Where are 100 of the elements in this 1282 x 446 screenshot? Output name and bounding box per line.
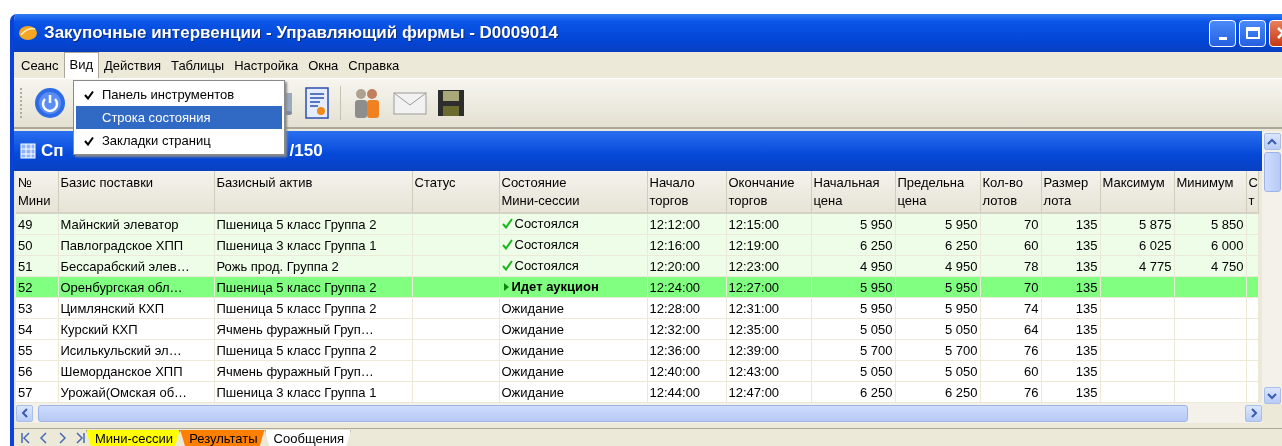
vertical-scrollbar[interactable] (1262, 131, 1282, 404)
table-cell: Цимлянский КХП (60, 300, 165, 316)
leaf-logo-icon (18, 23, 38, 43)
column-header[interactable]: Базисный актив (214, 171, 412, 213)
table-cell: 12:12:00 (649, 216, 701, 232)
menu-item[interactable]: Вид (63, 52, 100, 78)
scroll-right-button[interactable] (1245, 404, 1262, 422)
play-arrow-icon (501, 281, 510, 292)
column-header[interactable]: Начало торгов (647, 171, 726, 213)
page-tab[interactable]: Результаты (180, 429, 265, 446)
table-cell: 4 750 (1210, 258, 1244, 274)
table-cell: 12:28:00 (649, 300, 701, 316)
menu-item[interactable]: Сеанс (16, 54, 64, 76)
table-cell: 6 250 (944, 237, 978, 253)
table-cell: Ячмень фуражный Груп… (216, 321, 374, 337)
column-header[interactable]: Базис поставки (58, 171, 214, 213)
column-header[interactable]: Максимум (1100, 171, 1174, 213)
table-cell: Ожидание (501, 363, 565, 379)
scroll-down-button[interactable] (1263, 387, 1281, 404)
table-cell: 135 (1075, 342, 1098, 358)
table-cell: 6 000 (1210, 237, 1244, 253)
table-cell: Пшеница 5 класс Группа 2 (216, 342, 377, 358)
grid-icon (20, 143, 36, 159)
menu-item[interactable]: Настройка (229, 54, 304, 76)
table-cell: 135 (1075, 363, 1098, 379)
column-header[interactable]: Минимум (1174, 171, 1246, 213)
table-cell: 12:24:00 (649, 279, 701, 295)
table-cell: Бессарабский элев… (60, 258, 190, 274)
next-page-icon[interactable] (56, 432, 68, 444)
column-header[interactable]: № Мини (16, 171, 58, 213)
table-cell: 55 (18, 342, 33, 358)
menu-option[interactable]: Строка состояния (76, 106, 282, 129)
document-icon[interactable] (304, 87, 330, 119)
table-cell: 12:44:00 (649, 384, 701, 400)
table-cell: 5 950 (859, 216, 893, 232)
table-cell: 57 (18, 384, 33, 400)
table-cell: 12:31:00 (728, 300, 780, 316)
table-cell: Павлоградское ХПП (60, 237, 184, 253)
column-header[interactable]: Предельна цена (895, 171, 980, 213)
table-cell: 5 700 (859, 342, 893, 358)
table-cell: 5 050 (944, 363, 978, 379)
menu-item[interactable]: Таблицы (166, 54, 230, 76)
table-cell: Пшеница 3 класс Группа 1 (216, 237, 377, 253)
menu-option[interactable]: Закладки страниц (76, 129, 282, 152)
table-cell: 12:43:00 (728, 363, 780, 379)
horizontal-scrollbar[interactable] (16, 403, 1262, 423)
table-cell: 60 (1024, 237, 1039, 253)
table-cell: 78 (1024, 258, 1039, 274)
last-page-icon[interactable] (74, 432, 86, 444)
table-cell: 5 850 (1210, 216, 1244, 232)
table-cell: Ожидание (501, 321, 565, 337)
column-header[interactable]: Кол-во лотов (980, 171, 1041, 213)
table-cell: 135 (1075, 300, 1098, 316)
toolbar-grip (20, 88, 24, 118)
table-cell: 54 (18, 321, 33, 337)
table-cell: 12:19:00 (728, 237, 780, 253)
table-cell: 53 (18, 300, 33, 316)
column-header[interactable]: Состояние Мини-сессии (499, 171, 647, 213)
table-cell: 50 (18, 237, 33, 253)
panel-title: Сп (41, 141, 64, 161)
table-cell: Пшеница 5 класс Группа 2 (216, 300, 377, 316)
table-cell: Майнский элеватор (60, 216, 179, 232)
power-icon[interactable] (34, 87, 66, 119)
table-cell: 12:15:00 (728, 216, 780, 232)
table-cell: 6 025 (1138, 237, 1172, 253)
table-cell: 12:35:00 (728, 321, 780, 337)
menu-option[interactable]: Панель инструментов (76, 83, 282, 106)
maximize-button[interactable] (1239, 19, 1266, 47)
table-cell: 5 950 (859, 279, 893, 295)
scroll-left-button[interactable] (16, 404, 33, 422)
previous-page-icon[interactable] (38, 432, 50, 444)
scroll-thumb[interactable] (38, 404, 1188, 422)
scroll-thumb[interactable] (1263, 152, 1281, 192)
table-cell: Состоялся (514, 258, 579, 273)
table-cell: Идет аукцион (511, 279, 599, 295)
menu-item[interactable]: Окна (303, 54, 344, 76)
table-cell: 70 (1024, 216, 1039, 232)
column-header[interactable]: Окончание торгов (726, 171, 811, 213)
column-header[interactable]: Статус (412, 171, 499, 213)
table-cell: Ожидание (501, 384, 565, 400)
table-cell: 12:20:00 (649, 258, 701, 274)
menu-item[interactable]: Действия (99, 54, 167, 76)
table-cell: 76 (1024, 342, 1039, 358)
table-cell: 5 700 (944, 342, 978, 358)
first-page-icon[interactable] (20, 432, 32, 444)
minimize-button[interactable] (1209, 19, 1236, 47)
table-cell: Состоялся (514, 237, 579, 252)
table-cell: Исилькульский эл… (60, 342, 182, 358)
table-cell: 135 (1075, 384, 1098, 400)
checkmark-icon (501, 218, 513, 229)
scroll-up-button[interactable] (1263, 133, 1281, 150)
column-header[interactable]: Размер лота (1041, 171, 1100, 213)
table-cell: 135 (1075, 321, 1098, 337)
menu-item[interactable]: Справка (343, 54, 405, 76)
page-tab[interactable]: Мини-сессии (86, 429, 181, 446)
column-header[interactable]: Начальная цена (811, 171, 895, 213)
table-cell: Курский КХП (60, 321, 138, 337)
table-cell: 5 875 (1138, 216, 1172, 232)
page-tab[interactable]: Сообщения (264, 429, 352, 446)
table-cell: 64 (1024, 321, 1039, 337)
